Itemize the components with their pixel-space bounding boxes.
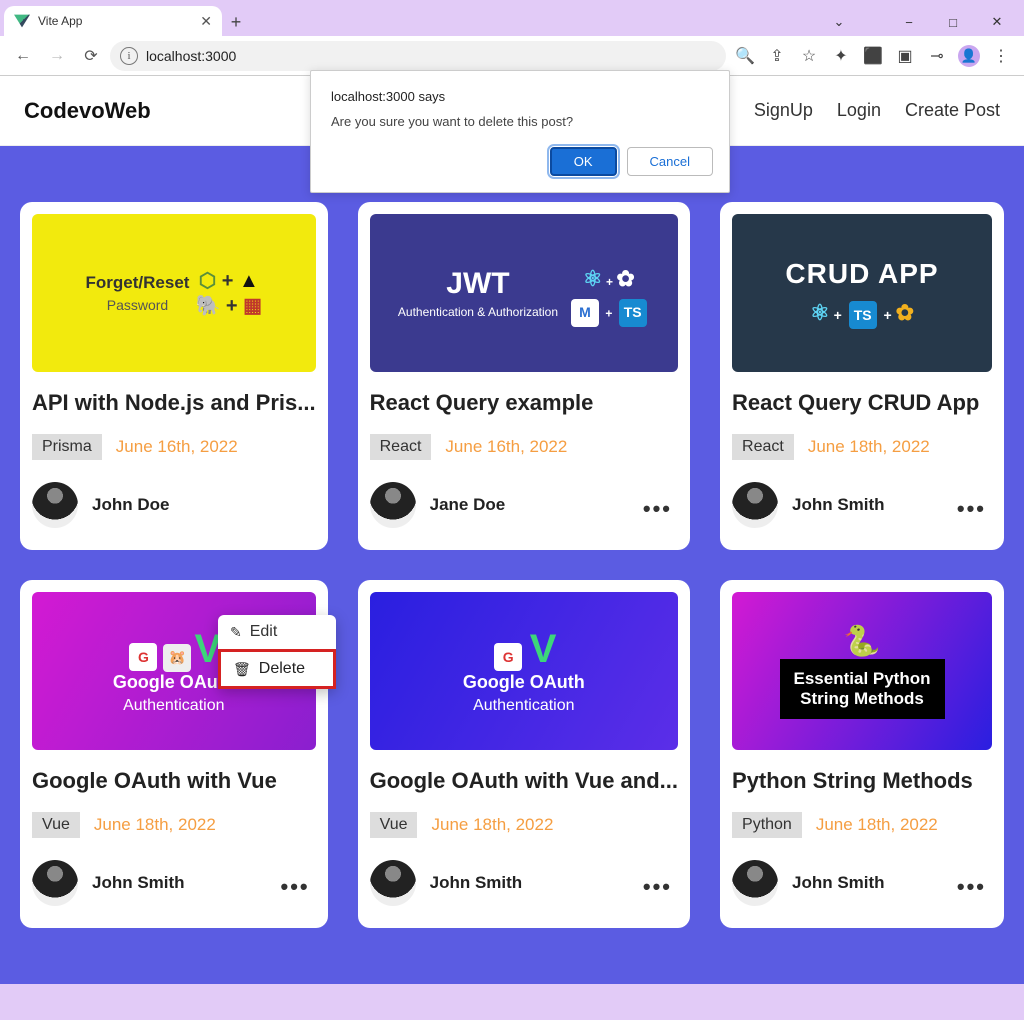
forward-button[interactable]: → <box>42 41 72 71</box>
post-title: Google OAuth with Vue and... <box>370 768 678 794</box>
post-title: Python String Methods <box>732 768 992 794</box>
post-tag[interactable]: Vue <box>32 812 80 838</box>
post-thumbnail: 🐍 Essential Python String Methods <box>732 592 992 750</box>
post-date: June 16th, 2022 <box>445 437 567 457</box>
nav-signup[interactable]: SignUp <box>754 100 813 121</box>
browser-tab[interactable]: Vite App ✕ <box>4 6 222 36</box>
post-date: June 16th, 2022 <box>116 437 238 457</box>
post-title: React Query CRUD App <box>732 390 992 416</box>
ok-button[interactable]: OK <box>550 147 617 176</box>
edit-label: Edit <box>250 623 278 641</box>
post-tag[interactable]: React <box>370 434 432 460</box>
nav-login[interactable]: Login <box>837 100 881 121</box>
more-menu-button[interactable]: ••• <box>957 496 986 522</box>
window-maximize-button[interactable]: □ <box>934 8 972 36</box>
edit-post-item[interactable]: ✎ Edit <box>218 615 336 649</box>
dialog-host: localhost:3000 says <box>331 89 709 104</box>
pencil-icon: ✎ <box>230 624 242 641</box>
extensions-icon[interactable]: ✦ <box>826 41 856 71</box>
share-icon[interactable]: ⇪ <box>762 41 792 71</box>
post-tag[interactable]: Python <box>732 812 802 838</box>
post-grid: Forget/Reset Password ⬡ + ▲ 🐘 + ▦ API wi… <box>0 146 1024 984</box>
post-date: June 18th, 2022 <box>816 815 938 835</box>
author-avatar <box>32 860 78 906</box>
key-icon[interactable]: ⊸ <box>922 41 952 71</box>
brand-logo[interactable]: CodevoWeb <box>24 98 151 124</box>
thumb-text: Essential Python String Methods <box>780 659 945 719</box>
site-info-icon[interactable]: i <box>120 47 138 65</box>
cancel-button[interactable]: Cancel <box>627 147 713 176</box>
zoom-icon[interactable]: 🔍 <box>730 41 760 71</box>
more-menu-button[interactable]: ••• <box>643 496 672 522</box>
delete-label: Delete <box>259 660 305 678</box>
post-thumbnail: CRUD APP ⚛ + TS + ✿ <box>732 214 992 372</box>
more-menu-button[interactable]: ••• <box>643 874 672 900</box>
tab-title: Vite App <box>38 14 82 28</box>
post-tag[interactable]: Vue <box>370 812 418 838</box>
post-tag[interactable]: Prisma <box>32 434 102 460</box>
post-context-menu: ✎ Edit 🗑 Delete <box>218 615 336 689</box>
post-date: June 18th, 2022 <box>431 815 553 835</box>
panel-icon[interactable]: ▣ <box>890 41 920 71</box>
url-text: localhost:3000 <box>146 48 236 64</box>
author-avatar <box>732 482 778 528</box>
post-card[interactable]: 🐍 Essential Python String Methods Python… <box>720 580 1004 928</box>
new-tab-button[interactable]: + <box>222 8 250 36</box>
post-title: React Query example <box>370 390 678 416</box>
author-name: John Smith <box>792 873 885 893</box>
author-avatar <box>370 860 416 906</box>
post-date: June 18th, 2022 <box>808 437 930 457</box>
post-card[interactable]: CRUD APP ⚛ + TS + ✿ React Query CRUD App… <box>720 202 1004 550</box>
devtools-icon[interactable]: ⬛ <box>858 41 888 71</box>
post-title: Google OAuth with Vue <box>32 768 316 794</box>
author-name: John Smith <box>792 495 885 515</box>
window-dropdown-icon[interactable]: ⌄ <box>820 8 858 36</box>
window-titlebar: Vite App ✕ + ⌄ − □ ✕ <box>0 0 1024 36</box>
delete-post-item[interactable]: 🗑 Delete <box>218 649 336 689</box>
bookmark-icon[interactable]: ☆ <box>794 41 824 71</box>
back-button[interactable]: ← <box>8 41 38 71</box>
dialog-message: Are you sure you want to delete this pos… <box>331 114 709 129</box>
author-avatar <box>732 860 778 906</box>
post-card[interactable]: G V Google OAuth Authentication Google O… <box>358 580 690 928</box>
post-title: API with Node.js and Pris... <box>32 390 316 416</box>
author-name: John Smith <box>92 873 185 893</box>
author-name: John Doe <box>92 495 169 515</box>
confirm-dialog: localhost:3000 says Are you sure you wan… <box>310 70 730 193</box>
post-thumbnail: Forget/Reset Password ⬡ + ▲ 🐘 + ▦ <box>32 214 316 372</box>
author-avatar <box>32 482 78 528</box>
profile-button[interactable]: 👤 <box>954 41 984 71</box>
post-thumbnail: JWT Authentication & Authorization ⚛ + ✿… <box>370 214 678 372</box>
more-menu-button[interactable]: ••• <box>957 874 986 900</box>
address-bar[interactable]: i localhost:3000 <box>110 41 726 71</box>
author-avatar <box>370 482 416 528</box>
post-thumbnail: G V Google OAuth Authentication <box>370 592 678 750</box>
trash-icon: 🗑 <box>233 661 251 678</box>
nav-create-post[interactable]: Create Post <box>905 100 1000 121</box>
post-date: June 18th, 2022 <box>94 815 216 835</box>
menu-button[interactable]: ⋮ <box>986 41 1016 71</box>
reload-button[interactable]: ⟳ <box>76 41 106 71</box>
post-card[interactable]: JWT Authentication & Authorization ⚛ + ✿… <box>358 202 690 550</box>
author-name: John Smith <box>430 873 523 893</box>
window-close-button[interactable]: ✕ <box>978 8 1016 36</box>
author-name: Jane Doe <box>430 495 506 515</box>
more-menu-button[interactable]: ••• <box>281 874 310 900</box>
vite-favicon-icon <box>14 13 30 29</box>
window-controls: ⌄ − □ ✕ <box>820 8 1020 36</box>
post-tag[interactable]: React <box>732 434 794 460</box>
window-minimize-button[interactable]: − <box>890 8 928 36</box>
close-tab-icon[interactable]: ✕ <box>200 13 212 30</box>
post-card[interactable]: Forget/Reset Password ⬡ + ▲ 🐘 + ▦ API wi… <box>20 202 328 550</box>
